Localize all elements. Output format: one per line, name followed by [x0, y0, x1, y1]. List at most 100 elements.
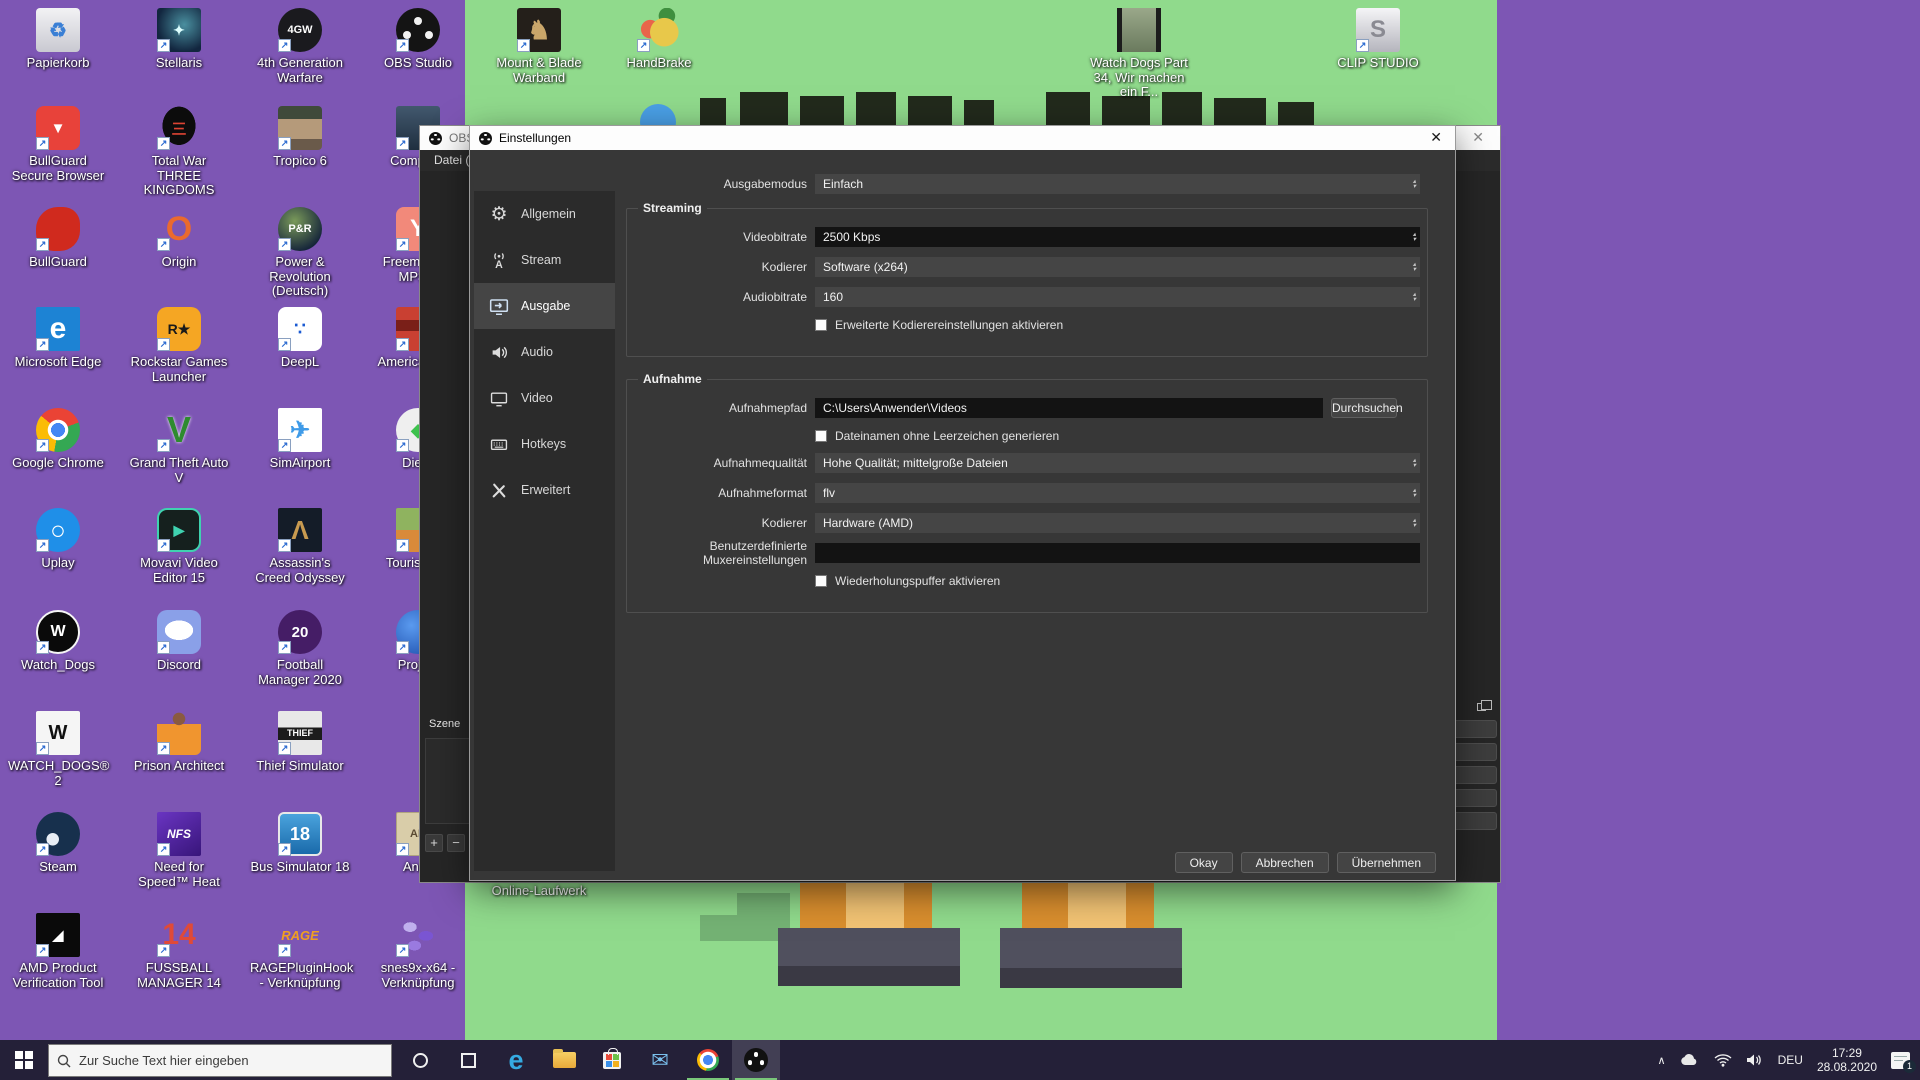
desktop-icon[interactable]: ↗ BullGuard [8, 207, 108, 270]
spinner-arrows-icon[interactable]: ▴▾ [1413, 232, 1416, 242]
taskbar-search[interactable] [48, 1044, 392, 1077]
spinner-arrows-icon[interactable]: ▴▾ [1413, 518, 1416, 528]
search-input[interactable] [79, 1053, 359, 1068]
desktop-icon[interactable]: ○ ↗ Uplay [8, 508, 108, 571]
taskbar-edge[interactable]: e [492, 1040, 540, 1080]
desktop-icon[interactable]: ↗ OBS Studio [368, 8, 468, 71]
dock-popout-icon[interactable] [1477, 703, 1486, 711]
close-icon[interactable]: ✕ [1472, 129, 1484, 146]
desktop-icon[interactable]: ↗ Steam [8, 812, 108, 875]
onedrive-cloud-icon[interactable] [1680, 1053, 1700, 1067]
desktop-icon-label: Rockstar Games Launcher [129, 355, 229, 384]
field-input[interactable]: 160 ▴▾ [815, 287, 1420, 307]
cortana-button[interactable] [396, 1040, 444, 1080]
taskbar-explorer[interactable] [540, 1040, 588, 1080]
taskbar-obs[interactable] [732, 1040, 780, 1080]
close-icon[interactable]: ✕ [1430, 129, 1442, 146]
dialog-footer: Okay Abbrechen Übernehmen [1175, 852, 1436, 873]
taskbar-clock[interactable]: 17:29 28.08.2020 [1817, 1046, 1877, 1074]
field-input[interactable]: Software (x264) ▴▾ [815, 257, 1420, 277]
spinner-arrows-icon[interactable]: ▴▾ [1413, 458, 1416, 468]
output-mode-select[interactable]: Einfach ▴▾ [815, 174, 1420, 194]
field-input[interactable]: Hohe Qualität; mittelgroße Dateien ▴▾ [815, 453, 1420, 473]
shortcut-arrow-icon: ↗ [637, 39, 650, 52]
field-input[interactable]: Hardware (AMD) ▴▾ [815, 513, 1420, 533]
settings-tab[interactable]: Video [474, 375, 615, 421]
desktop-icon[interactable]: ↗ HandBrake [609, 8, 709, 71]
okay-button[interactable]: Okay [1175, 852, 1233, 873]
taskbar-chrome[interactable] [684, 1040, 732, 1080]
desktop-icon[interactable]: THIEF ↗ Thief Simulator [250, 711, 350, 774]
field-label: Aufnahmequalität [627, 456, 807, 470]
desktop-icon[interactable]: S ↗ CLIP STUDIO [1328, 8, 1428, 71]
desktop-icon-label: Watch Dogs Part 34, Wir machen ein F... [1089, 56, 1189, 100]
desktop-icon[interactable]: O ↗ Origin [129, 207, 229, 270]
tray-chevron-up-icon[interactable]: ∧ [1658, 1054, 1666, 1067]
shortcut-arrow-icon: ↗ [396, 641, 409, 654]
desktop-icon[interactable]: ↗ Discord [129, 610, 229, 673]
field-label: Audiobitrate [627, 290, 807, 304]
spinner-arrows-icon[interactable]: ▴▾ [1413, 179, 1416, 189]
shortcut-arrow-icon: ↗ [157, 338, 170, 351]
settings-tab[interactable]: A Stream [474, 237, 615, 283]
desktop-icon[interactable]: P&R ↗ Power & Revolution (Deutsch) [250, 207, 350, 299]
spinner-arrows-icon[interactable]: ▴▾ [1413, 292, 1416, 302]
desktop-icon[interactable]: Λ ↗ Assassin's Creed Odyssey [250, 508, 350, 585]
desktop-icon[interactable]: NFS ↗ Need for Speed™ Heat [129, 812, 229, 889]
desktop-icon[interactable]: 4GW ↗ 4th Generation Warfare [250, 8, 350, 85]
checkbox[interactable] [815, 430, 827, 442]
desktop-icon[interactable]: ∵ ↗ DeepL [250, 307, 350, 370]
taskbar-store[interactable] [588, 1040, 636, 1080]
desktop-icon[interactable]: ▼ ↗ BullGuard Secure Browser [8, 106, 108, 183]
desktop-icon[interactable]: ♞ ↗ Mount & Blade Warband [489, 8, 589, 85]
settings-tab[interactable]: Ausgabe [474, 283, 615, 329]
browse-button[interactable]: Durchsuchen [1331, 398, 1397, 418]
desktop-icon[interactable]: ↗ Tropico 6 [250, 106, 350, 169]
desktop-icon[interactable]: ↗ snes9x-x64 - Verknüpfung [368, 913, 468, 990]
apply-button[interactable]: Übernehmen [1337, 852, 1436, 873]
add-scene-button[interactable]: + [425, 834, 443, 852]
remove-scene-button[interactable]: − [447, 834, 465, 852]
desktop-icon[interactable]: W ↗ WATCH_DOGS® 2 [8, 711, 108, 788]
settings-tab[interactable]: Audio [474, 329, 615, 375]
language-indicator[interactable]: DEU [1778, 1053, 1803, 1067]
start-button[interactable] [0, 1040, 48, 1080]
settings-tab[interactable]: ⚙ Allgemein [474, 191, 615, 237]
settings-row: Aufnahmepfad C:\Users\Anwender\Videos ▴▾… [627, 398, 1420, 418]
desktop-icon[interactable]: R★ ↗ Rockstar Games Launcher [129, 307, 229, 384]
settings-tab[interactable]: Hotkeys [474, 421, 615, 467]
taskbar-mail[interactable]: ✉ [636, 1040, 684, 1080]
desktop-icon[interactable]: ♻ ↗ Papierkorb [8, 8, 108, 71]
desktop-icon[interactable]: 18 ↗ Bus Simulator 18 [250, 812, 350, 875]
desktop-icon[interactable]: ↗ Google Chrome [8, 408, 108, 471]
field-input[interactable]: ▴▾ [815, 543, 1420, 563]
desktop-icon[interactable]: ↗ Prison Architect [129, 711, 229, 774]
desktop-icon[interactable]: ◢ ↗ AMD Product Verification Tool [8, 913, 108, 990]
desktop-icon[interactable]: ✈ ↗ SimAirport [250, 408, 350, 471]
desktop-icon[interactable]: ✦ ↗ Stellaris [129, 8, 229, 71]
checkbox[interactable] [815, 575, 827, 587]
desktop-icon[interactable]: ↗ Watch Dogs Part 34, Wir machen ein F..… [1089, 8, 1189, 100]
spinner-arrows-icon[interactable]: ▴▾ [1413, 488, 1416, 498]
desktop-icon[interactable]: ▶ ↗ Movavi Video Editor 15 [129, 508, 229, 585]
desktop-icon[interactable]: 三 ↗ Total War THREE KINGDOMS [129, 106, 229, 198]
field-input[interactable]: C:\Users\Anwender\Videos ▴▾ [815, 398, 1323, 418]
desktop-icon[interactable]: 14 ↗ FUSSBALL MANAGER 14 [129, 913, 229, 990]
desktop-icon[interactable]: e ↗ Microsoft Edge [8, 307, 108, 370]
field-input[interactable]: 2500 Kbps ▴▾ [815, 227, 1420, 247]
cancel-button[interactable]: Abbrechen [1241, 852, 1329, 873]
shortcut-arrow-icon: ↗ [278, 539, 291, 552]
checkbox[interactable] [815, 319, 827, 331]
field-input[interactable]: flv ▴▾ [815, 483, 1420, 503]
desktop-icon[interactable]: W ↗ Watch_Dogs [8, 610, 108, 673]
desktop-icon[interactable]: V ↗ Grand Theft Auto V [129, 408, 229, 485]
volume-icon[interactable] [1746, 1053, 1764, 1067]
wifi-icon[interactable] [1714, 1053, 1732, 1067]
desktop-icon[interactable]: 20 ↗ Football Manager 2020 [250, 610, 350, 687]
spinner-arrows-icon[interactable]: ▴▾ [1413, 262, 1416, 272]
shortcut-arrow-icon: ↗ [396, 137, 409, 150]
task-view-button[interactable] [444, 1040, 492, 1080]
desktop-icon[interactable]: RAGE ↗ RAGEPluginHook - Verknüpfung [250, 913, 350, 990]
settings-tab[interactable]: Erweitert [474, 467, 615, 513]
action-center-icon[interactable]: 1 [1891, 1052, 1910, 1069]
